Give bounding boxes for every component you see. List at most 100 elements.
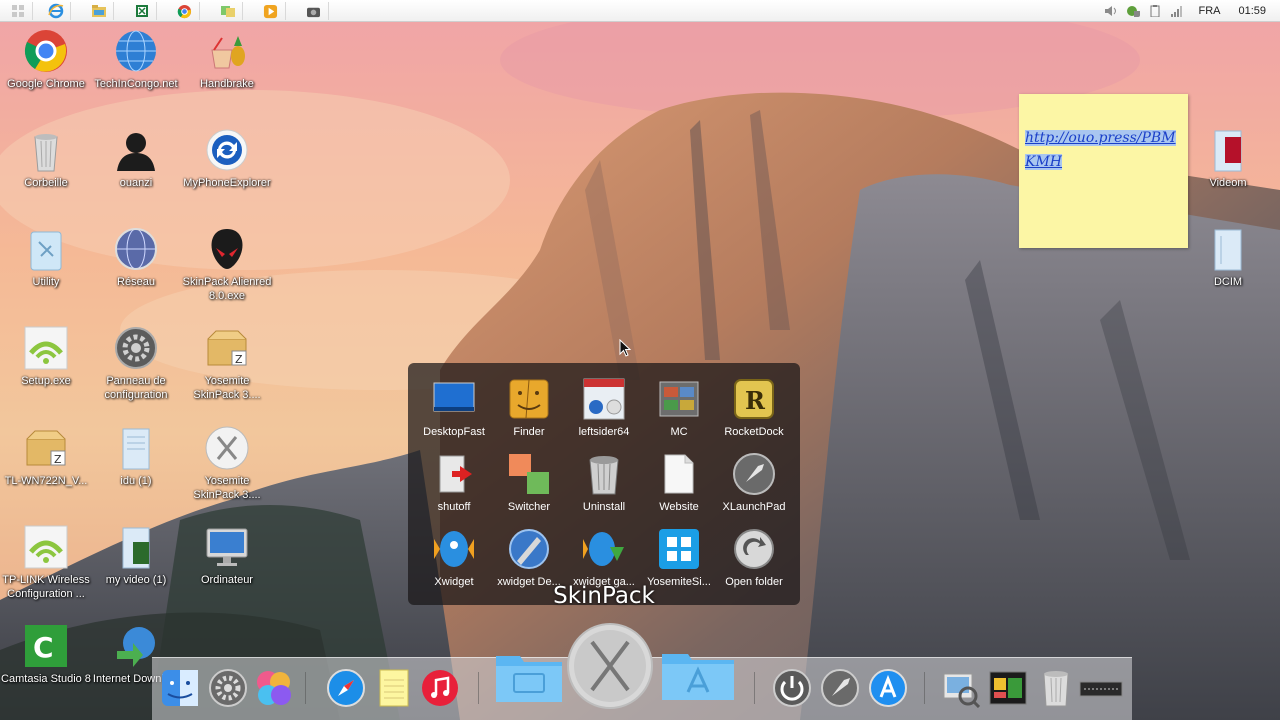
shutoff-icon	[439, 455, 472, 493]
panel-item-yosemitesi[interactable]: YosemiteSi...	[640, 527, 718, 588]
desktop-icon-skinpack-alienred[interactable]: SkinPack Alienred 8.0.exe	[181, 226, 273, 303]
panel-item-shutoff[interactable]: shutoff	[415, 452, 493, 513]
desktop-icon-network[interactable]: Réseau	[90, 226, 182, 289]
desktop-icon-label: ouanzi	[119, 177, 153, 189]
desktop-icon-dcim[interactable]: DCIM	[1182, 226, 1274, 289]
panel-item-label: Uninstall	[582, 501, 626, 513]
desktop-icon-label: my video (1)	[105, 574, 167, 586]
desktop-icon-tl-wn722n[interactable]: Z TL-WN722N_V...	[0, 425, 92, 488]
panel-item-label: Website	[659, 501, 699, 513]
panel-item-uninstall[interactable]: Uninstall	[565, 452, 643, 513]
taskbar-folder-app[interactable]	[213, 2, 243, 20]
panel-item-rocketdock[interactable]: R RocketDock	[715, 377, 793, 438]
media-center-icon	[659, 381, 699, 417]
desktop-icon-idu[interactable]: idu (1)	[90, 425, 182, 488]
desktop-icon-videom[interactable]: Videom	[1182, 127, 1274, 190]
panel-item-label: MC	[670, 426, 688, 438]
desktop-icon-utility[interactable]: Utility	[0, 226, 92, 289]
panel-item-mc[interactable]: MC	[640, 377, 718, 438]
folder-icon	[91, 5, 106, 17]
panel-item-finder[interactable]: Finder	[490, 377, 568, 438]
desktop-icon-handbrake[interactable]: Handbrake	[181, 28, 273, 91]
photo-gallery-icon[interactable]	[988, 668, 1028, 708]
dock-separator	[924, 672, 925, 704]
wifi-signal-icon[interactable]	[1170, 5, 1184, 17]
notes-icon[interactable]	[374, 668, 414, 708]
finder-icon[interactable]	[160, 668, 200, 708]
desktop-icon-label: Panneau de configuration	[104, 375, 168, 401]
volume-icon[interactable]	[1104, 5, 1118, 17]
panel-item-desktopfast[interactable]: DesktopFast	[415, 377, 493, 438]
applications-folder-icon[interactable]	[660, 646, 736, 702]
desktop-icon-setup[interactable]: Setup.exe	[0, 325, 92, 388]
app-store-icon[interactable]	[868, 668, 908, 708]
start-button[interactable]	[3, 2, 33, 20]
language-indicator[interactable]: FRA	[1198, 5, 1220, 17]
desktop-icon-control-panel[interactable]: Panneau de configuration	[90, 325, 182, 402]
windows-tiles-icon	[659, 529, 699, 569]
windows-icon	[11, 5, 24, 17]
desktop-icon-label: Réseau	[117, 276, 155, 288]
taskbar: FRA 01:59	[0, 0, 1280, 22]
trash-can-icon	[589, 456, 619, 495]
panel-item-xwidget[interactable]: Xwidget	[415, 527, 493, 588]
video-folder-icon	[122, 527, 150, 569]
desktop-icon-google-chrome[interactable]: Google Chrome	[0, 28, 92, 91]
window-switcher-icon	[509, 454, 549, 494]
user-icon	[117, 133, 155, 171]
taskbar-media-player[interactable]	[256, 2, 286, 20]
security-shield-icon[interactable]	[1126, 5, 1141, 17]
dock-separator	[754, 672, 755, 704]
battery-icon[interactable]	[1148, 5, 1162, 17]
taskbar-chrome[interactable]	[170, 2, 200, 20]
desktop-icon-label: Handbrake	[200, 78, 254, 90]
desktop-icon-yosemite-skinpack-1[interactable]: Z Yosemite SkinPack 3....	[181, 325, 273, 402]
sticky-note[interactable]: http://ouo.press/PBMKMH	[1019, 94, 1188, 248]
desktop-icon-tp-link[interactable]: TP-LINK Wireless Configuration ...	[0, 524, 92, 601]
desktop-icon-my-video[interactable]: my video (1)	[90, 524, 182, 587]
desktop-icon-techincongo[interactable]: TechInCongo.net	[90, 28, 182, 91]
panel-item-xwidget-gallery[interactable]: xwidget ga...	[565, 527, 643, 588]
game-center-icon[interactable]	[254, 668, 294, 708]
panel-item-xlaunchpad[interactable]: XLaunchPad	[715, 452, 793, 513]
clock[interactable]: 01:59	[1238, 5, 1266, 17]
trash-icon[interactable]	[1036, 668, 1076, 708]
documents-folder-icon[interactable]	[494, 648, 564, 704]
sticky-note-link[interactable]: http://ouo.press/PBMKMH	[1025, 130, 1176, 170]
mouse-cursor-icon	[619, 339, 632, 357]
folder-app-icon	[220, 6, 235, 17]
panel-item-switcher[interactable]: Switcher	[490, 452, 568, 513]
desktop-icon-recycle-bin[interactable]: Corbeille	[0, 127, 92, 190]
video-folder-icon	[1214, 130, 1242, 172]
network-globe-icon	[115, 228, 157, 270]
taskbar-excel[interactable]	[127, 2, 157, 20]
desktop-icon-label: Setup.exe	[21, 375, 71, 387]
system-tray: FRA 01:59	[1100, 0, 1280, 22]
wifi-config-icon	[24, 525, 68, 569]
taskbar-camera[interactable]	[299, 2, 329, 20]
itunes-music-icon[interactable]	[420, 668, 460, 708]
xwidget-designer-icon	[509, 529, 549, 569]
yosemite-x-icon[interactable]	[566, 622, 654, 710]
power-icon[interactable]	[772, 668, 812, 708]
sync-arrows-icon	[206, 129, 248, 171]
system-preferences-icon[interactable]	[208, 668, 248, 708]
desktop-icon-yosemite-skinpack-2[interactable]: Yosemite SkinPack 3....	[181, 425, 273, 502]
terminal-icon[interactable]	[1078, 668, 1124, 708]
taskbar-internet-explorer[interactable]	[41, 2, 71, 20]
desktop-icon-camtasia[interactable]: C Camtasia Studio 8	[0, 623, 92, 686]
launchpad-rocket-icon[interactable]	[820, 668, 860, 708]
desktop-icon-ouanzi[interactable]: ouanzi	[90, 127, 182, 190]
panel-item-xwidget-designer[interactable]: xwidget De...	[490, 527, 568, 588]
panel-item-leftsider64[interactable]: leftsider64	[565, 377, 643, 438]
panel-item-website[interactable]: Website	[640, 452, 718, 513]
desktop-icon-myphoneexplorer[interactable]: MyPhoneExplorer	[181, 127, 273, 190]
desktop-icon-label: Corbeille	[24, 177, 68, 189]
preview-photos-icon[interactable]	[940, 668, 980, 708]
dock-separator	[305, 672, 306, 704]
safari-compass-icon[interactable]	[326, 668, 366, 708]
trash-icon	[34, 134, 58, 172]
panel-item-open-folder[interactable]: Open folder	[715, 527, 793, 588]
taskbar-file-explorer[interactable]	[84, 2, 114, 20]
desktop-icon-computer[interactable]: Ordinateur	[181, 524, 273, 587]
